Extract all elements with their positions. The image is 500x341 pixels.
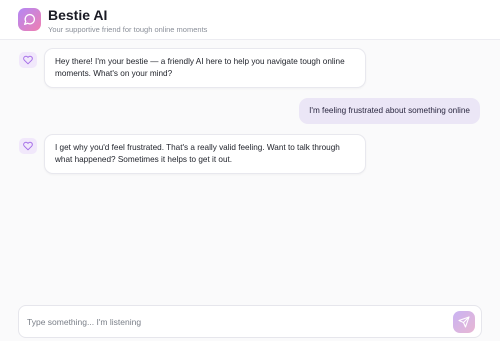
message-line: I get why you'd feel frustrated. That's … — [55, 143, 340, 152]
app-logo — [18, 8, 41, 31]
assistant-message-bubble: Hey there! I'm your bestie — a friendly … — [44, 48, 366, 88]
message-composer — [18, 305, 482, 338]
message-input[interactable] — [27, 314, 427, 330]
message-line: what happened? Sometimes it helps to get… — [55, 155, 233, 164]
user-message-bubble: I'm feeling frustrated about something o… — [299, 98, 480, 124]
message-line: moments. What's on your mind? — [55, 69, 173, 78]
app-subtitle: Your supportive friend for tough online … — [48, 25, 208, 34]
assistant-avatar — [19, 52, 37, 68]
app-title: Bestie AI — [48, 7, 108, 23]
send-button[interactable] — [453, 311, 475, 333]
app-header: Bestie AI Your supportive friend for tou… — [0, 0, 500, 40]
message-line: Hey there! I'm your bestie — a friendly … — [55, 57, 345, 66]
assistant-avatar — [19, 138, 37, 154]
message-line: I'm feeling frustrated about something o… — [309, 106, 470, 115]
assistant-message-bubble: I get why you'd feel frustrated. That's … — [44, 134, 366, 174]
chat-app: Bestie AI Your supportive friend for tou… — [0, 0, 500, 341]
